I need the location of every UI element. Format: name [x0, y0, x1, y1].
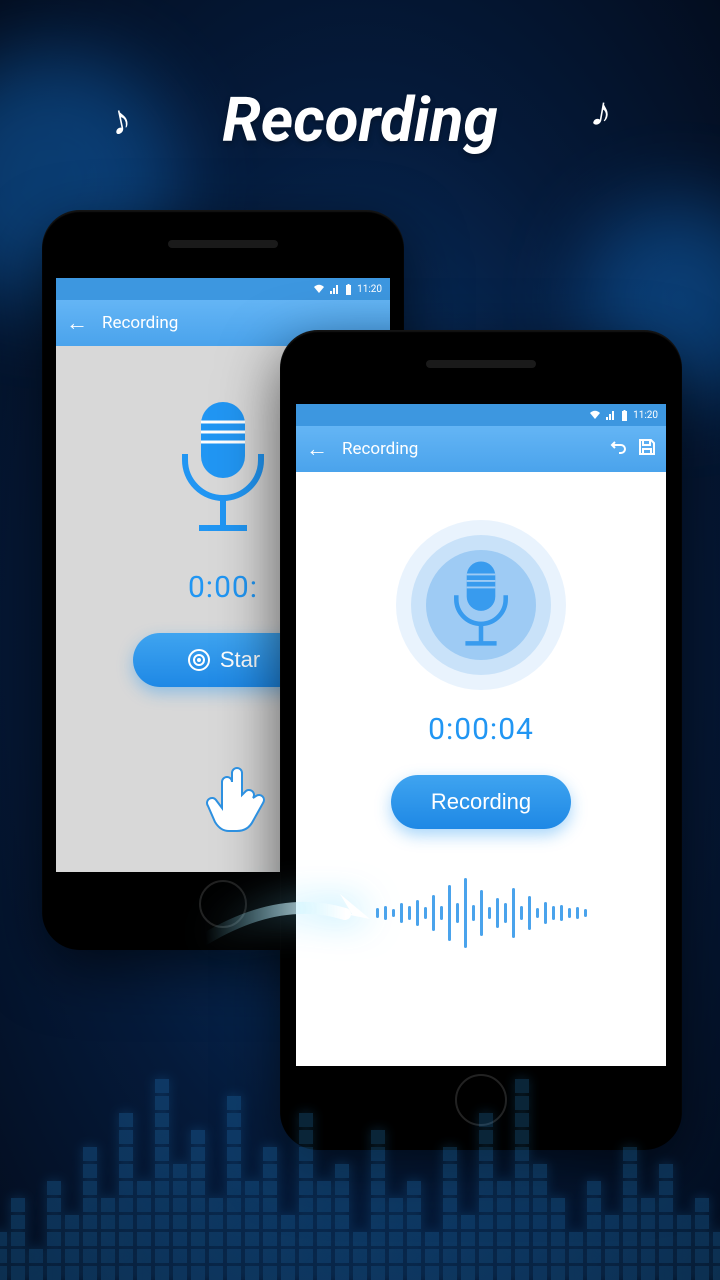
- microphone-icon: [163, 394, 283, 548]
- button-label: Recording: [431, 789, 531, 814]
- timer-text: 0:00:04: [296, 712, 666, 747]
- tap-target-icon: [186, 647, 212, 673]
- save-icon[interactable]: [638, 438, 656, 460]
- back-arrow-icon[interactable]: ←: [66, 310, 88, 336]
- back-arrow-icon[interactable]: ←: [306, 436, 328, 462]
- tap-hand-icon: [204, 760, 274, 838]
- wifi-icon: [313, 284, 325, 294]
- status-bar: 11:20: [56, 278, 390, 300]
- recording-button[interactable]: Recording: [391, 775, 571, 829]
- status-bar: 11:20: [296, 404, 666, 426]
- microphone-halo: [396, 520, 566, 690]
- signal-icon: [606, 410, 616, 420]
- clock-text: 11:20: [633, 410, 658, 421]
- equalizer-decor: [0, 1060, 720, 1280]
- battery-icon: [621, 410, 628, 421]
- arrow-icon: [200, 884, 380, 954]
- clock-text: 11:20: [357, 284, 382, 295]
- app-bar: ← Recording: [296, 426, 666, 472]
- phone-mock-after: 11:20 ← Recording: [280, 330, 682, 1150]
- undo-icon[interactable]: [610, 438, 628, 460]
- wifi-icon: [589, 410, 601, 420]
- battery-icon: [345, 284, 352, 295]
- button-label: Star: [220, 647, 260, 673]
- signal-icon: [330, 284, 340, 294]
- appbar-title: Recording: [342, 439, 600, 459]
